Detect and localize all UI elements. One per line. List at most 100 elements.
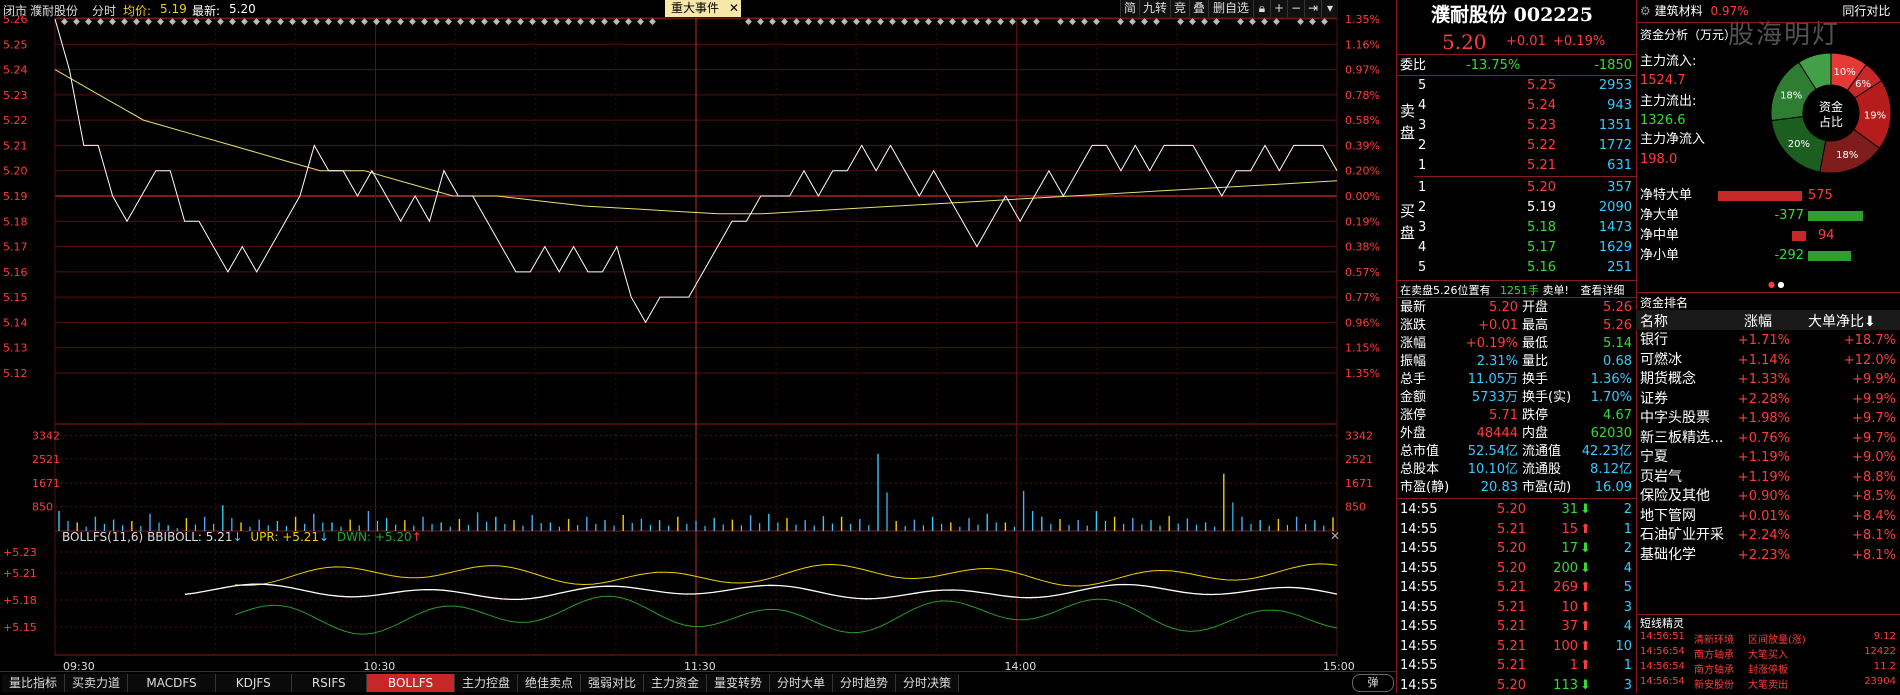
chart-pane[interactable]: 闭市 濮耐股份 分时 均价: 5.19 最新: 5.20 重大事件 ✕ 简 九转… [0,0,1396,694]
fund-bar-value: 94 [1818,228,1835,243]
donut-slice-label: 18% [1836,150,1858,161]
short-name[interactable]: 新安股份 [1694,676,1734,691]
indicator-close-icon[interactable]: ✕ [1330,529,1340,543]
boll-indicator [184,563,1338,635]
ranking-col-ratio[interactable]: 大单净比⬇ [1808,311,1876,331]
order-price: 5.17 [1527,240,1556,255]
ranking-ratio: +9.7% [1852,430,1896,446]
quote-label: 涨跌 [1400,318,1427,333]
ranking-name[interactable]: 银行 [1640,331,1668,350]
tab-3[interactable]: KDJFS [216,674,292,692]
event-diamond-icon: ◆ [217,17,224,27]
tab-6[interactable]: 主力控盘 [455,674,518,692]
arrow-down-icon: ⬇ [1580,677,1591,693]
sector-name[interactable]: 建筑材料 [1655,4,1703,18]
notice-action: 卖单! [1542,284,1569,297]
quote-label: 换手(实) [1522,390,1572,405]
arrow-up-icon: ↑ [411,530,422,544]
order-notice: 在卖盘5.26位置有 1251手 卖单! 查看详细 [1400,282,1624,298]
order-volume: 2090 [1598,200,1632,215]
tab-12[interactable]: 分时趋势 [833,674,896,692]
event-diamond-icon: ◆ [241,17,248,27]
event-diamond-icon: ◆ [553,17,560,27]
ranking-name[interactable]: 宁夏 [1640,448,1668,467]
ranking-name[interactable]: 期货概念 [1640,370,1696,389]
tick-count: 2 [1623,502,1632,517]
short-name[interactable]: 南方轴承 [1694,646,1734,661]
popup-toggle[interactable]: 弹 [1352,674,1394,692]
quote-label: 涨停 [1400,408,1427,423]
price-tick: 5.13 [3,342,28,355]
quote-value: 5.14 [1603,336,1632,351]
tick-price: 5.21 [1497,521,1526,537]
tick-count: 5 [1623,580,1632,595]
event-diamond-icon: ◆ [349,17,356,27]
donut-slice-label: 19% [1864,110,1886,121]
pct-tick: 0.00% [1345,190,1380,203]
quote-label: 涨幅 [1400,336,1427,351]
tab-5[interactable]: BOLLFS [367,674,455,692]
fund-bar-value: -292 [1774,248,1804,263]
price-tick: 5.22 [3,114,28,127]
event-diamond-icon: ◆ [1081,17,1088,27]
tab-1[interactable]: 买卖力道 [65,674,128,692]
order-price: 5.20 [1527,180,1556,195]
ranking-col-pct[interactable]: 涨幅 [1744,311,1772,331]
tab-0[interactable]: 量比指标 [2,674,65,692]
tab-2[interactable]: MACDFS [128,674,216,692]
ranking-name[interactable]: 石油矿业开采 [1640,526,1724,545]
event-diamond-icon: ◆ [181,17,188,27]
event-diamond-icon: ◆ [505,17,512,27]
ranking-pct: +2.23% [1737,547,1790,563]
page-dots[interactable]: ● ● [1768,280,1785,289]
notice-detail-link[interactable]: 查看详细 [1580,284,1624,297]
event-diamond-icon: ◆ [1057,17,1064,27]
pct-tick: 0.96% [1345,316,1380,329]
short-name[interactable]: 清新环境 [1694,631,1734,646]
tick-time: 14:55 [1400,638,1438,654]
indicator-tick: +5.21 [3,567,37,580]
short-name[interactable]: 南方轴承 [1694,661,1734,676]
quote-label: 量比 [1522,354,1549,369]
tab-10[interactable]: 量变转势 [707,674,770,692]
ranking-name[interactable]: 保险及其他 [1640,487,1710,506]
ranking-col-name[interactable]: 名称 [1640,311,1668,331]
tick-price: 5.20 [1497,502,1526,517]
gear-icon[interactable]: ⚙ [1640,4,1651,18]
tab-4[interactable]: RSIFS [291,674,367,692]
intraday-chart[interactable]: ◆ ◆ ◆ ◆ ◆ ◆ ◆ ◆ ◆ ◆ ◆ ◆ ◆ ◆ ◆ ◆ ◆ ◆ ◆ ◆ ◆ ◆ ◆ ◆ ◆ ◆ ◆ ◆ ◆ ◆ ◆ ◆ ◆ ◆ ◆ ◆ ◆ ◆ ◆ ◆… [0,0,1396,693]
ranking-name[interactable]: 基础化学 [1640,546,1696,565]
quote-value: 48444 [1476,426,1518,441]
pct-tick: 0.39% [1345,139,1380,152]
ranking-name[interactable]: 中字头股票 [1640,409,1710,428]
ranking-name[interactable]: 新三板精选... [1640,429,1723,448]
tick-time: 14:55 [1400,560,1438,576]
ranking-ratio: +8.1% [1852,547,1896,563]
order-volume: 1473 [1598,220,1632,235]
tab-9[interactable]: 主力资金 [644,674,707,692]
tick-price: 5.21 [1497,658,1526,673]
peer-compare-link[interactable]: 同行对比 [1842,4,1890,18]
tick-volume: 1 [1569,658,1578,673]
tab-7[interactable]: 绝佳卖点 [518,674,581,692]
tab-13[interactable]: 分时决策 [896,674,959,692]
tab-8[interactable]: 强弱对比 [581,674,644,692]
ranking-name[interactable]: 证券 [1640,390,1668,409]
volume-tick-left: 850 [32,501,53,514]
event-diamond-icon: ◆ [145,17,152,27]
price-tick: 5.23 [3,89,28,102]
event-diamond-icon: ◆ [277,17,284,27]
tick-time: 14:55 [1400,658,1438,673]
ranking-name[interactable]: 可燃冰 [1640,351,1682,370]
ranking-name[interactable]: 页岩气 [1640,468,1682,487]
fund-bar [1718,191,1802,201]
event-diamond-icon: ◆ [1177,17,1184,27]
quote-value: 5.71 [1489,408,1518,423]
tab-11[interactable]: 分时大单 [770,674,833,692]
notice-volume: 1251手 [1500,284,1539,297]
weibi-label: 委比 [1400,58,1427,73]
outflow-label: 主力流出: [1640,94,1697,109]
tick-count: 3 [1623,677,1632,693]
ranking-name[interactable]: 地下管网 [1640,507,1696,526]
quote-label: 金额 [1400,390,1427,405]
